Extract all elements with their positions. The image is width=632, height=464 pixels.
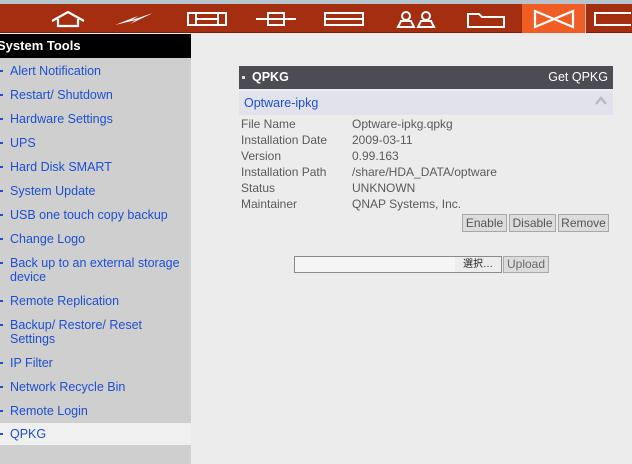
info-value: /share/HDA_DATA/optware	[352, 165, 497, 179]
info-row-version: Version 0.99.163	[241, 148, 613, 164]
choose-file-button[interactable]: 選択…	[455, 257, 501, 272]
info-value: UNKNOWN	[352, 181, 416, 195]
qpkg-header: QPKG Get QPKG	[239, 66, 613, 89]
sidebar-item-label: Back up to an external storage device	[10, 256, 180, 284]
info-row-status: Status UNKNOWN	[241, 180, 613, 196]
bullet-icon	[0, 166, 3, 168]
sidebar-item-label: System Update	[10, 184, 96, 198]
bullet-icon	[0, 262, 3, 264]
sidebar-title: System Tools	[0, 34, 191, 58]
sidebar: System Tools Alert Notification Restart/…	[0, 34, 191, 464]
info-key: Installation Date	[241, 133, 328, 147]
info-key: Installation Path	[241, 165, 327, 179]
collapse-icon[interactable]	[595, 96, 607, 106]
bullet-icon	[0, 238, 3, 240]
main-content: QPKG Get QPKG Optware-ipkg File Name Opt…	[191, 34, 632, 464]
sidebar-item-label: QPKG	[10, 427, 47, 441]
disable-button[interactable]: Disable	[509, 214, 556, 232]
bullet-icon	[0, 300, 3, 302]
info-key: File Name	[241, 117, 296, 131]
drive-icon[interactable]	[314, 4, 374, 33]
lightning-icon[interactable]	[104, 4, 164, 33]
main-nav-bar	[0, 4, 632, 33]
sidebar-item-label: IP Filter	[10, 356, 53, 370]
info-key: Version	[241, 149, 282, 163]
sidebar-item-label: Remote Replication	[10, 294, 120, 308]
file-path-field[interactable]	[295, 257, 455, 272]
sidebar-item-label: Change Logo	[10, 232, 86, 246]
info-row-maintainer: Maintainer QNAP Systems, Inc.	[241, 196, 613, 212]
sidebar-item-label: Restart/ Shutdown	[10, 88, 113, 102]
info-value: 0.99.163	[352, 149, 399, 163]
sidebar-item-label: Hardware Settings	[10, 112, 113, 126]
users-icon[interactable]	[386, 4, 446, 33]
info-value: Optware-ipkg.qpkg	[352, 117, 453, 131]
bullet-icon	[0, 362, 3, 364]
upload-button[interactable]: Upload	[503, 256, 549, 273]
folder-icon[interactable]	[456, 4, 516, 33]
info-key: Status	[241, 181, 276, 195]
network-plug-icon[interactable]	[248, 4, 304, 33]
bullet-icon	[0, 386, 3, 388]
bullet-icon	[0, 70, 3, 72]
bullet-icon	[0, 190, 3, 192]
system-tools-icon[interactable]	[522, 4, 586, 33]
sidebar-item-label: Remote Login	[10, 404, 88, 418]
header-marker-icon	[242, 76, 245, 79]
package-bar[interactable]: Optware-ipkg	[239, 91, 613, 115]
get-qpkg-link[interactable]: Get QPKG	[548, 66, 608, 89]
sidebar-item-label: Backup/ Restore/ Reset Settings	[10, 318, 143, 346]
info-value: 2009-03-11	[352, 133, 413, 147]
file-chooser[interactable]: 選択…	[294, 256, 502, 273]
connector-icon[interactable]	[176, 4, 238, 33]
info-value: QNAP Systems, Inc.	[352, 197, 462, 211]
package-name: Optware-ipkg	[244, 96, 319, 110]
bullet-icon	[0, 118, 3, 120]
qpkg-title: QPKG	[252, 70, 289, 84]
extra-icon[interactable]	[590, 4, 632, 33]
sidebar-item-label: Hard Disk SMART	[10, 160, 112, 174]
bullet-icon	[0, 142, 3, 144]
bullet-icon	[0, 214, 3, 216]
sidebar-item-label: USB one touch copy backup	[10, 208, 168, 222]
sidebar-item-label: Network Recycle Bin	[10, 380, 126, 394]
info-row-installation-path: Installation Path /share/HDA_DATA/optwar…	[241, 164, 613, 180]
bullet-icon	[0, 433, 3, 435]
info-row-installation-date: Installation Date 2009-03-11	[241, 132, 613, 148]
sidebar-item-label: UPS	[10, 136, 36, 150]
bullet-icon	[0, 410, 3, 412]
info-key: Maintainer	[241, 197, 298, 211]
sidebar-item-label: Alert Notification	[10, 64, 102, 78]
info-row-file-name: File Name Optware-ipkg.qpkg	[241, 116, 613, 132]
home-icon[interactable]	[40, 4, 96, 33]
remove-button[interactable]: Remove	[558, 214, 609, 232]
enable-button[interactable]: Enable	[462, 214, 507, 232]
bullet-icon	[0, 94, 3, 96]
sidebar-item-qpkg[interactable]: QPKG	[0, 423, 191, 445]
bullet-icon	[0, 324, 3, 326]
